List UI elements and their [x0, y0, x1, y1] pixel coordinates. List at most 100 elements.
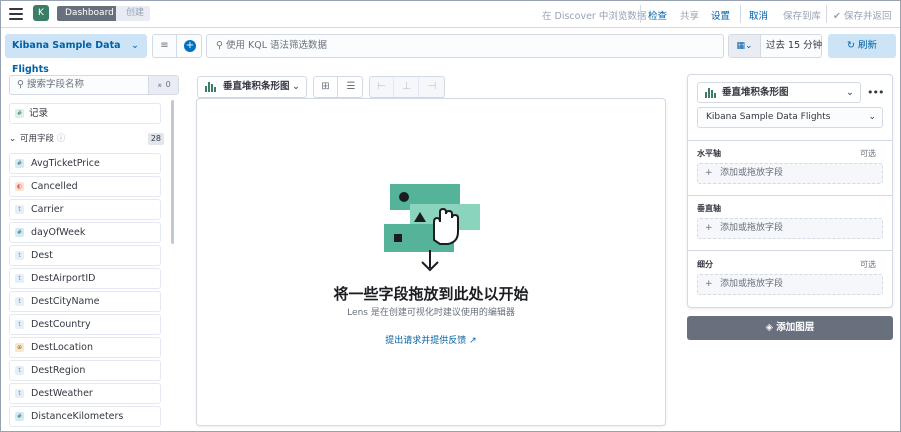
divider	[688, 195, 892, 196]
field-name: DistanceKilometers	[31, 411, 124, 422]
left-axis-icon[interactable]: ⊢	[370, 77, 394, 97]
field-name: dayOfWeek	[31, 227, 86, 238]
field-name: Carrier	[31, 204, 64, 215]
bottom-axis-icon[interactable]: ⊥	[395, 77, 419, 97]
refresh-button[interactable]: ↻ 刷新	[828, 34, 896, 58]
field-name: Cancelled	[31, 181, 78, 192]
divider	[640, 5, 641, 23]
check-circle-icon: ✔	[833, 11, 844, 22]
save-and-return-button[interactable]: ✔ 保存并返回	[833, 8, 892, 22]
more-options-icon[interactable]: •••	[867, 86, 884, 99]
number-type-icon: #	[15, 412, 24, 421]
filter-controls: ≡ +	[152, 34, 202, 58]
legend-icon[interactable]: ☰	[339, 77, 363, 97]
filter-menu-icon[interactable]: ≡	[153, 35, 177, 57]
field-item[interactable]: # AvgTicketPrice	[9, 153, 161, 174]
data-view-picker[interactable]: Kibana Sample Data Flights ⌄	[5, 34, 147, 75]
y-axis-dropzone[interactable]: + 添加或拖放字段	[697, 218, 883, 239]
cancel-link[interactable]: 取消	[749, 8, 768, 22]
bar-chart-icon	[705, 88, 717, 98]
field-item[interactable]: t DestCityName	[9, 291, 161, 312]
field-item[interactable]: ⊕ DestLocation	[9, 337, 161, 358]
chevron-down-icon: ⌄	[9, 134, 17, 144]
field-item[interactable]: t DestAirportID	[9, 268, 161, 289]
discover-link[interactable]: 在 Discover 中浏览数据	[542, 8, 646, 22]
chevron-down-icon: ⌄	[292, 81, 300, 92]
inspect-link[interactable]: 检查	[648, 8, 667, 22]
plus-icon: +	[705, 279, 713, 289]
breakdown-label: 细分	[697, 260, 713, 269]
field-item[interactable]: t Dest	[9, 245, 161, 266]
breadcrumb-create: 创建	[116, 6, 151, 21]
chevron-down-icon: ⌄	[131, 40, 139, 51]
date-picker[interactable]: ▦⌄ 过去 15 分钟	[728, 34, 822, 58]
field-item[interactable]: t DestWeather	[9, 383, 161, 404]
boolean-type-icon: ◐	[15, 182, 24, 191]
x-axis-label: 水平轴	[697, 149, 721, 158]
keyword-type-icon: t	[15, 366, 24, 375]
filter-icon: ⌅	[156, 80, 166, 89]
search-icon: ⚲	[216, 40, 226, 51]
keyword-type-icon: t	[15, 251, 24, 260]
optional-label: 可选	[860, 149, 876, 158]
layers-icon: ◈	[765, 322, 777, 333]
field-name: DestCountry	[31, 319, 91, 330]
y-axis-label: 垂直轴	[697, 204, 721, 213]
keyword-type-icon: t	[15, 274, 24, 283]
app-logo-icon[interactable]: K	[33, 5, 49, 21]
field-item[interactable]: t DestRegion	[9, 360, 161, 381]
records-field[interactable]: # 记录	[9, 103, 161, 124]
field-item[interactable]: ◐ Cancelled	[9, 176, 161, 197]
add-filter-icon[interactable]: +	[184, 40, 196, 52]
save-to-library-link[interactable]: 保存到库	[783, 8, 821, 22]
menu-icon[interactable]	[9, 8, 23, 20]
divider	[688, 250, 892, 251]
refresh-icon: ↻	[847, 40, 858, 51]
settings-link[interactable]: 设置	[711, 8, 730, 22]
query-placeholder: 使用 KQL 语法筛选数据	[225, 40, 328, 51]
divider	[688, 140, 892, 141]
chevron-down-icon: ⌄	[846, 87, 854, 98]
field-search-placeholder: 搜索字段名称	[26, 79, 84, 90]
field-item[interactable]: t Carrier	[9, 199, 161, 220]
plus-icon: +	[705, 168, 713, 178]
x-axis-dropzone[interactable]: + 添加或拖放字段	[697, 163, 883, 184]
breadcrumb-dashboard[interactable]: Dashboard	[57, 6, 130, 21]
field-search-input[interactable]: ⚲ 搜索字段名称 ⌅ 0	[9, 75, 179, 95]
right-axis-icon[interactable]: ⊣	[420, 77, 444, 97]
field-count-badge: 28	[147, 133, 164, 145]
field-name: Dest	[31, 250, 53, 261]
section-label: 可用字段	[20, 134, 55, 144]
drag-drop-illustration-icon	[384, 184, 480, 272]
divider	[740, 5, 741, 23]
field-name: AvgTicketPrice	[31, 158, 100, 169]
number-type-icon: #	[15, 159, 24, 168]
data-view-label: Kibana Sample Data Flights	[12, 40, 121, 75]
calendar-icon[interactable]: ▦⌄	[729, 35, 761, 57]
records-label: 记录	[29, 108, 49, 119]
document-icon: #	[15, 109, 24, 118]
query-input[interactable]: ⚲ 使用 KQL 语法筛选数据	[206, 34, 724, 58]
feedback-link[interactable]: 提出请求并提供反馈 ↗	[196, 333, 666, 346]
add-layer-button[interactable]: ◈ 添加图层	[687, 316, 893, 340]
layer-chart-type-label: 垂直堆积条形图	[722, 87, 789, 98]
field-item[interactable]: # DistanceKilometers	[9, 406, 161, 427]
keyword-type-icon: t	[15, 320, 24, 329]
brush-icon[interactable]: ⊞	[314, 77, 338, 97]
time-range-label[interactable]: 过去 15 分钟	[766, 35, 822, 57]
layer-data-view-selector[interactable]: Kibana Sample Data Flights ⌄	[697, 107, 883, 128]
scrollbar[interactable]	[171, 100, 174, 244]
divider	[826, 5, 827, 23]
field-item[interactable]: # dayOfWeek	[9, 222, 161, 243]
breakdown-dropzone[interactable]: + 添加或拖放字段	[697, 274, 883, 295]
field-filter-button[interactable]: ⌅ 0	[148, 76, 178, 94]
chart-type-selector[interactable]: 垂直堆积条形图 ⌄	[197, 76, 307, 98]
field-item[interactable]: t DestCountry	[9, 314, 161, 335]
info-icon: ⓘ	[56, 134, 66, 144]
layer-data-view-label: Kibana Sample Data Flights	[706, 112, 831, 122]
chevron-down-icon: ⌄	[868, 112, 876, 122]
field-name: DestWeather	[31, 388, 93, 399]
share-link[interactable]: 共享	[680, 8, 699, 22]
layer-chart-type-selector[interactable]: 垂直堆积条形图 ⌄	[697, 82, 861, 103]
available-fields-header[interactable]: ⌄ 可用字段 ⓘ 28	[9, 132, 164, 146]
